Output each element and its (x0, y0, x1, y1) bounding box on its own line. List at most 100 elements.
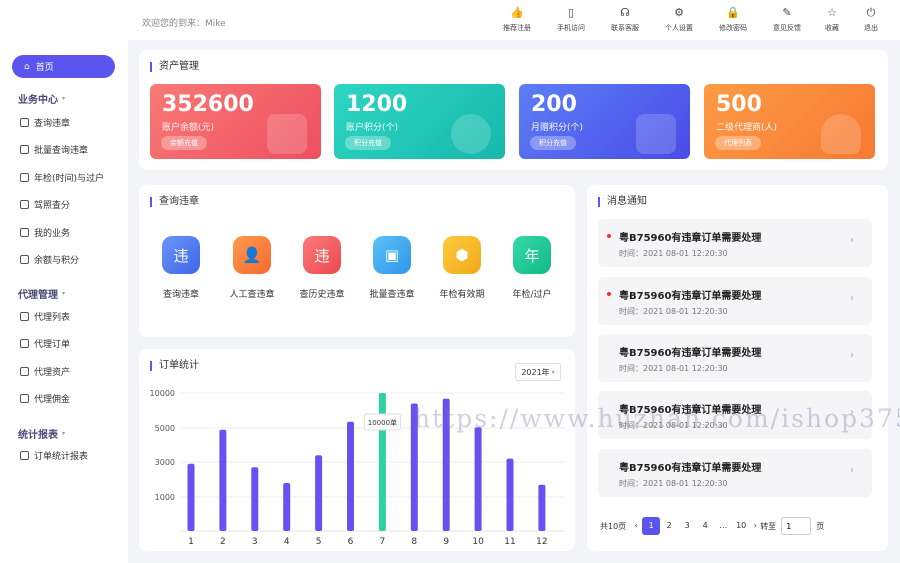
message-item[interactable]: 粤B75960有违章订单需要处理 时间：2021 08-01 12:20:30 › (598, 449, 872, 497)
order-icon (20, 339, 29, 348)
chart-bar[interactable] (474, 427, 482, 531)
y-tick-label: 1000 (155, 493, 175, 502)
person-icon (821, 114, 861, 154)
x-tick-label: 4 (284, 537, 290, 547)
assets-title: 资产管理 (150, 62, 199, 72)
lock-icon: 🔒 (726, 6, 740, 19)
page-1[interactable]: 1 (642, 517, 661, 535)
header-logout[interactable]: ⏻ 退出 (849, 7, 893, 33)
chart-bar[interactable] (442, 398, 450, 531)
balance-recharge-button[interactable]: 余额充值 (161, 136, 207, 150)
search-icon (20, 118, 29, 127)
page-10[interactable]: 10 (732, 517, 750, 535)
chart-bar[interactable] (251, 467, 259, 531)
order-bar-chart: 100005000300010001 2 3 4 5 6 7 8 9 10 11 1210000单 (150, 389, 565, 547)
chart-bar[interactable] (506, 458, 514, 531)
sidebar-item-order-report[interactable]: 订单统计报表 (20, 449, 88, 462)
header-personal-settings[interactable]: ⚙ 个人设置 (657, 7, 701, 33)
query-item-inspection-transfer[interactable]: 年 年检/过户 (502, 236, 562, 300)
chart-bar[interactable] (219, 429, 227, 531)
batch-search-icon: ▣ (373, 236, 411, 274)
phone-icon: ▯ (567, 6, 575, 19)
query-item-violation[interactable]: 违 查询违章 (151, 236, 211, 300)
x-tick-label: 8 (411, 537, 417, 547)
business-icon (20, 228, 29, 237)
x-tick-label: 5 (316, 537, 322, 547)
nav-group-reports[interactable]: 统计报表 ▾ (18, 426, 65, 441)
sidebar-item-license-points[interactable]: 驾照查分 (20, 198, 70, 211)
chart-bar[interactable] (283, 483, 291, 531)
star-icon: ☆ (827, 6, 837, 19)
message-item[interactable]: 粤B75960有违章订单需要处理 时间：2021 08-01 12:20:30 › (598, 277, 872, 325)
message-title: 粤B75960有违章订单需要处理 (619, 463, 762, 474)
asset-card-agents: 500 二级代理商(人) 代理列表 (704, 84, 875, 159)
query-item-inspection-validity[interactable]: ⬢ 年检有效期 (432, 236, 492, 300)
sidebar-item-agent-list[interactable]: 代理列表 (20, 310, 70, 323)
shield-icon (20, 173, 29, 182)
chart-bar[interactable] (410, 403, 418, 532)
query-item-manual[interactable]: 👤 人工查违章 (222, 236, 282, 300)
sidebar-item-agent-commission[interactable]: 代理佣金 (20, 392, 70, 405)
points-recharge-button[interactable]: 积分充值 (345, 136, 391, 150)
header-feedback[interactable]: ✎ 意见反馈 (765, 7, 809, 33)
x-tick-label: 12 (536, 537, 547, 547)
commission-icon (20, 394, 29, 403)
chevron-down-icon: ▾ (551, 368, 555, 376)
sidebar-item-agent-assets[interactable]: 代理资产 (20, 365, 70, 378)
page-3[interactable]: 3 (678, 517, 696, 535)
message-item[interactable]: 粤B75960有违章订单需要处理 时间：2021 08-01 12:20:30 › (598, 391, 872, 439)
sidebar-item-balance[interactable]: 余额与积分 (20, 253, 79, 266)
top-header: 欢迎您的到来：Mike 👍 推荐注册 ▯ 手机访问 ☊ 联系客服 ⚙ 个人设置 🔒 修改密… (128, 0, 900, 40)
sidebar-item-agent-orders[interactable]: 代理订单 (20, 337, 70, 350)
sidebar-item-inspection[interactable]: 年检(时间)与过户 (20, 171, 104, 184)
person-search-icon: 👤 (233, 236, 271, 274)
message-item[interactable]: 粤B75960有违章订单需要处理 时间：2021 08-01 12:20:30 › (598, 219, 872, 267)
prev-page-icon[interactable]: ‹ (630, 517, 642, 535)
asset-value: 500 (716, 92, 762, 117)
sidebar-item-home[interactable]: ⌂ 首页 (12, 55, 115, 78)
messages-title: 消息通知 (598, 197, 647, 207)
header-change-password[interactable]: 🔒 修改密码 (711, 7, 755, 33)
gift-icon (636, 114, 676, 154)
chevron-right-icon: › (850, 235, 854, 246)
header-mobile-access[interactable]: ▯ 手机访问 (549, 7, 593, 33)
asset-label: 二级代理商(人) (716, 123, 778, 133)
header-favorite[interactable]: ☆ 收藏 (810, 7, 854, 33)
header-contact-support[interactable]: ☊ 联系客服 (603, 7, 647, 33)
agent-list-button[interactable]: 代理列表 (715, 136, 761, 150)
query-item-batch[interactable]: ▣ 批量查违章 (362, 236, 422, 300)
nav-group-business[interactable]: 业务中心 ▾ (18, 91, 65, 106)
coin-icon (451, 114, 491, 154)
thumb-up-icon: 👍 (510, 6, 524, 19)
shield-icon: 年 (513, 236, 551, 274)
header-recommend-register[interactable]: 👍 推荐注册 (495, 7, 539, 33)
page-4[interactable]: 4 (696, 517, 714, 535)
chevron-down-icon: ▾ (62, 95, 66, 102)
chevron-right-icon: › (850, 407, 854, 418)
query-item-history[interactable]: 违 查历史违章 (292, 236, 352, 300)
goto-label: 转至 (760, 521, 777, 531)
asset-card-balance: 352600 账户余额(元) 余额充值 (150, 84, 321, 159)
sidebar-item-batch-query[interactable]: 批量查询违章 (20, 143, 88, 156)
chart-bar[interactable] (347, 421, 354, 531)
message-item[interactable]: 粤B75960有违章订单需要处理 时间：2021 08-01 12:20:30 › (598, 334, 872, 382)
search-violation-icon: 违 (162, 236, 200, 274)
chart-bar[interactable] (187, 463, 195, 531)
sidebar-item-query-violation[interactable]: 查询违章 (20, 116, 70, 129)
goto-page-input[interactable] (781, 517, 812, 535)
monthly-points-recharge-button[interactable]: 积分充值 (530, 136, 576, 150)
asset-label: 月赠积分(个) (531, 123, 584, 133)
coin-icon (20, 255, 29, 264)
chart-bar[interactable] (538, 484, 546, 531)
page-2[interactable]: 2 (660, 517, 678, 535)
assets-icon (20, 367, 29, 376)
next-page-icon[interactable]: › (750, 517, 760, 535)
home-icon: ⌂ (24, 61, 30, 72)
message-time: 时间：2021 08-01 12:20:30 (619, 249, 728, 258)
sidebar-item-my-business[interactable]: 我的业务 (20, 226, 70, 239)
chart-bar[interactable] (315, 455, 323, 531)
year-select[interactable]: 2021年 ▾ (515, 363, 561, 381)
query-title: 查询违章 (150, 197, 199, 207)
nav-group-agent[interactable]: 代理管理 ▾ (18, 286, 65, 301)
y-tick-label: 10000 (150, 389, 175, 398)
